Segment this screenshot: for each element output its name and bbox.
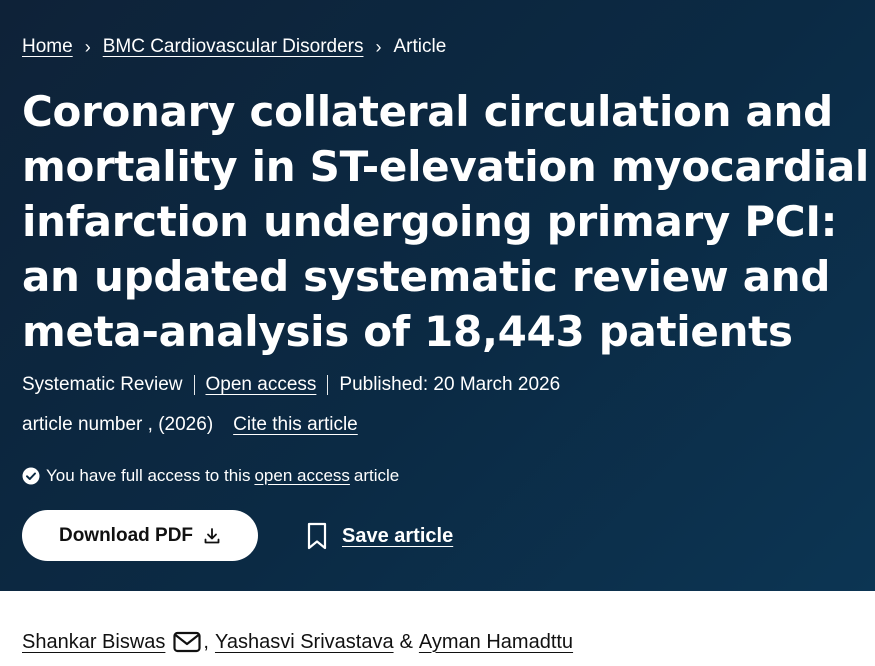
divider: [193, 375, 195, 395]
chevron-right-icon: ›: [84, 36, 91, 57]
breadcrumb-journal-link[interactable]: BMC Cardiovascular Disorders: [103, 36, 364, 58]
author-ampersand: &: [399, 630, 413, 653]
access-notice-text: You have full access to this: [46, 466, 251, 485]
download-pdf-label: Download PDF: [58, 524, 194, 546]
access-notice-suffix: article: [353, 466, 400, 485]
citation-row: article number , (2026) Cite this articl…: [22, 412, 358, 438]
open-access-notice-link[interactable]: open access: [254, 466, 349, 486]
page-title: Coronary collateral circulation and mort…: [22, 87, 869, 356]
breadcrumb-current: Article: [393, 36, 447, 57]
author-list: Shankar Biswas , Yashasvi Srivastava & A…: [22, 628, 573, 656]
breadcrumb: Home › BMC Cardiovascular Disorders › Ar…: [22, 34, 446, 60]
bookmark-icon: [307, 522, 327, 550]
divider: [327, 375, 329, 395]
access-notice: You have full access to this open access…: [22, 464, 399, 488]
article-number: article number , (2026): [22, 414, 214, 435]
author-separator: ,: [203, 630, 209, 653]
author-link[interactable]: Ayman Hamadttu: [419, 631, 573, 654]
download-pdf-button[interactable]: Download PDF: [22, 510, 258, 561]
mail-icon[interactable]: [173, 631, 202, 653]
open-access-link[interactable]: Open access: [206, 374, 317, 396]
published-date: Published: 20 March 2026: [339, 374, 561, 395]
breadcrumb-home-link[interactable]: Home: [22, 36, 73, 58]
chevron-right-icon: ›: [375, 36, 382, 57]
save-article-button[interactable]: Save article: [306, 518, 453, 554]
cite-article-link[interactable]: Cite this article: [233, 414, 358, 436]
author-link[interactable]: Yashasvi Srivastava: [215, 631, 394, 654]
article-type: Systematic Review: [22, 374, 183, 395]
article-header: Home › BMC Cardiovascular Disorders › Ar…: [0, 0, 875, 591]
save-article-label: Save article: [342, 524, 454, 547]
download-icon: [204, 527, 220, 543]
article-meta: Systematic Review Open access Published:…: [22, 372, 560, 398]
check-circle-icon: [22, 467, 40, 485]
author-link[interactable]: Shankar Biswas: [22, 631, 165, 654]
